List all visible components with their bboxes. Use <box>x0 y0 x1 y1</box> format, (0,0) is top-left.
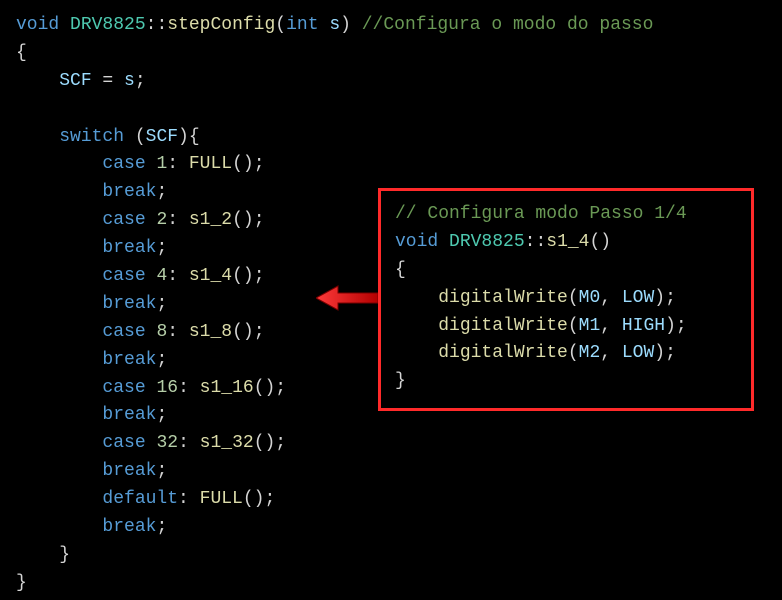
switch-var: SCF <box>146 127 178 147</box>
call-fn: digitalWrite <box>438 316 568 336</box>
call-fn: s1_8 <box>189 322 232 342</box>
rparen: ) <box>600 232 611 252</box>
keyword-default: default <box>102 489 178 509</box>
brace-close-fn: } <box>16 573 27 593</box>
assign-op: = <box>92 71 124 91</box>
keyword-void: void <box>16 15 59 35</box>
case-number: 32 <box>156 433 178 453</box>
keyword-break: break <box>102 461 156 481</box>
arg: M1 <box>579 316 601 336</box>
scope-op: :: <box>525 232 547 252</box>
keyword-break: break <box>102 405 156 425</box>
keyword-switch: switch <box>59 127 124 147</box>
case-number: 8 <box>156 322 167 342</box>
keyword-case: case <box>102 378 145 398</box>
keyword-int: int <box>286 15 318 35</box>
comment-line: //Configura o modo do passo <box>351 15 653 35</box>
comment-line: // Configura modo Passo 1/4 <box>395 204 687 224</box>
brace-open: { <box>395 260 406 280</box>
lparen: ( <box>275 15 286 35</box>
keyword-break: break <box>102 294 156 314</box>
keyword-void: void <box>395 232 438 252</box>
case-number: 2 <box>156 210 167 230</box>
method-name: stepConfig <box>167 15 275 35</box>
class-name: DRV8825 <box>449 232 525 252</box>
arg: M0 <box>579 288 601 308</box>
call-fn: FULL <box>189 154 232 174</box>
call-fn: s1_4 <box>189 266 232 286</box>
scope-op: :: <box>146 15 168 35</box>
call-fn: s1_16 <box>200 378 254 398</box>
rparen: ) <box>340 15 351 35</box>
keyword-case: case <box>102 433 145 453</box>
class-name: DRV8825 <box>70 15 146 35</box>
param-s: s <box>329 15 340 35</box>
switch-lp: ( <box>124 127 146 147</box>
arg: M2 <box>579 343 601 363</box>
keyword-case: case <box>102 154 145 174</box>
arg: HIGH <box>622 316 665 336</box>
method-name: s1_4 <box>546 232 589 252</box>
keyword-break: break <box>102 182 156 202</box>
semi: ; <box>135 71 146 91</box>
keyword-break: break <box>102 238 156 258</box>
case-number: 1 <box>156 154 167 174</box>
call-fn: s1_2 <box>189 210 232 230</box>
brace-close-switch: } <box>59 545 70 565</box>
keyword-case: case <box>102 210 145 230</box>
keyword-break: break <box>102 350 156 370</box>
callout-code-box: // Configura modo Passo 1/4 void DRV8825… <box>378 188 754 411</box>
call-fn: FULL <box>200 489 243 509</box>
var-scf: SCF <box>59 71 91 91</box>
call-fn: digitalWrite <box>438 343 568 363</box>
keyword-break: break <box>102 517 156 537</box>
keyword-case: case <box>102 322 145 342</box>
brace-open: { <box>16 43 27 63</box>
arg: LOW <box>622 343 654 363</box>
brace-close: } <box>395 371 406 391</box>
lparen: ( <box>589 232 600 252</box>
case-number: 4 <box>156 266 167 286</box>
case-number: 16 <box>156 378 178 398</box>
code-block-callout: // Configura modo Passo 1/4 void DRV8825… <box>395 201 737 396</box>
switch-rp: ){ <box>178 127 200 147</box>
arg: LOW <box>622 288 654 308</box>
rhs-s: s <box>124 71 135 91</box>
keyword-case: case <box>102 266 145 286</box>
call-fn: digitalWrite <box>438 288 568 308</box>
call-fn: s1_32 <box>200 433 254 453</box>
